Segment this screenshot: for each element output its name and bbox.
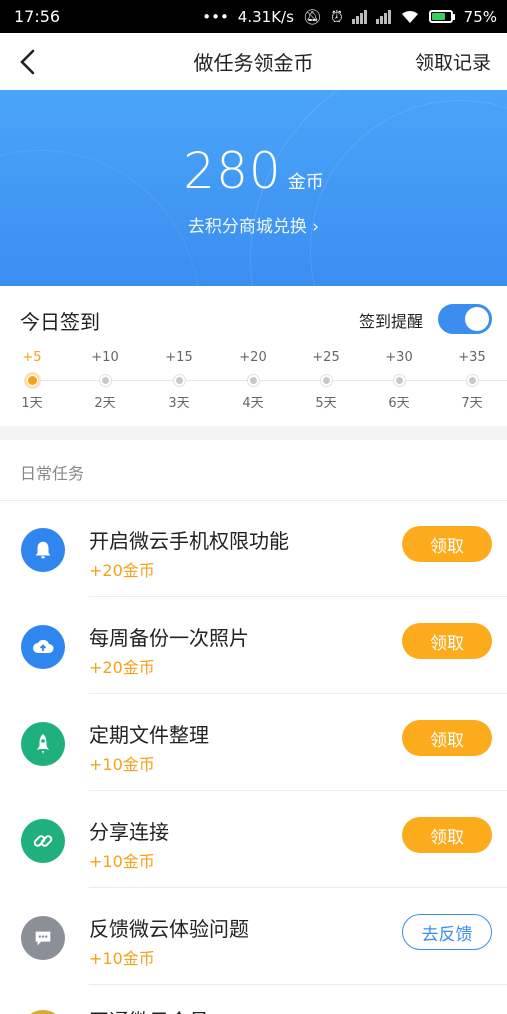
- signin-day-dot: [320, 375, 332, 386]
- coin-count: 280: [183, 142, 282, 200]
- signin-day-label: 1天: [21, 396, 43, 411]
- task-item: 开通微云会员: [0, 984, 507, 1014]
- rocket-icon: [21, 722, 65, 766]
- link-icon: [21, 819, 65, 863]
- claim-history-link[interactable]: 领取记录: [415, 48, 491, 75]
- status-bar: 17:56 ••• 4.31K/s 🔕︎ ⏰︎ 75%: [0, 0, 507, 33]
- task-name: 反馈微云体验问题: [89, 917, 249, 941]
- alarm-icon: ⏰︎: [330, 7, 343, 26]
- signin-day-label: 6天: [388, 396, 410, 411]
- task-name: 定期文件整理: [89, 723, 209, 747]
- signin-day-label: 4天: [242, 396, 264, 411]
- signin-day-dot: [393, 375, 405, 386]
- signin-title: 今日签到: [20, 310, 100, 334]
- bell-icon: [21, 528, 65, 572]
- task-action-button[interactable]: 领取: [402, 623, 492, 659]
- daily-tasks-heading: 日常任务: [20, 464, 85, 483]
- task-name: 每周备份一次照片: [89, 626, 249, 650]
- task-item: 分享连接 +10金币 领取: [0, 792, 507, 888]
- signin-day-dot: [99, 375, 111, 386]
- task-item: 每周备份一次照片 +20金币 领取: [0, 598, 507, 694]
- signin-day-label: 7天: [461, 396, 483, 411]
- more-dots-icon: •••: [202, 7, 229, 26]
- signin-day-dot: [466, 375, 478, 386]
- signin-day-3: +15 3天: [149, 350, 209, 411]
- coin-unit: 金币: [287, 172, 324, 193]
- signin-reminder-label: 签到提醒: [359, 312, 424, 331]
- signin-day-dot: [173, 375, 185, 386]
- mute-icon: 🔕︎: [302, 7, 322, 26]
- task-item: 反馈微云体验问题 +10金币 去反馈: [0, 889, 507, 985]
- task-reward: +20金币: [89, 658, 155, 677]
- task-action-button[interactable]: 领取: [402, 720, 492, 756]
- back-button[interactable]: [10, 45, 44, 79]
- signin-day-dot: [247, 375, 259, 386]
- signin-day-points: +15: [165, 350, 193, 365]
- battery-percent: 75%: [463, 7, 497, 26]
- signin-day-label: 3天: [168, 396, 190, 411]
- wifi-icon: [401, 10, 418, 23]
- signin-day-6: +30 6天: [369, 350, 429, 411]
- chevron-left-icon: [20, 49, 35, 75]
- task-reward: +10金币: [89, 949, 155, 968]
- signin-day-label: 5天: [315, 396, 337, 411]
- signin-day-1: +5 1天: [2, 350, 62, 411]
- signin-day-points: +20: [239, 350, 267, 365]
- task-action-button[interactable]: 领取: [402, 526, 492, 562]
- points-mall-link[interactable]: 去积分商城兑换 ›: [0, 212, 507, 237]
- task-reward: +20金币: [89, 561, 155, 580]
- nav-bar: 做任务领金币 领取记录: [0, 33, 507, 90]
- cloud-upload-icon: [21, 625, 65, 669]
- signin-day-7: +35 7天: [442, 350, 502, 411]
- signin-day-points: +10: [91, 350, 119, 365]
- coin-balance: 280 金币: [0, 142, 507, 200]
- signin-day-5: +25 5天: [296, 350, 356, 411]
- task-reward: +10金币: [89, 755, 155, 774]
- task-action-button[interactable]: 领取: [402, 817, 492, 853]
- vip-icon: [21, 1010, 65, 1014]
- signin-reminder-toggle[interactable]: [438, 304, 492, 334]
- status-time: 17:56: [14, 7, 61, 26]
- battery-icon: [428, 10, 455, 23]
- page-title: 做任务领金币: [193, 51, 314, 75]
- signin-day-points: +35: [458, 350, 486, 365]
- coin-banner: 280 金币 去积分商城兑换 ›: [0, 90, 507, 286]
- signin-day-2: +10 2天: [75, 350, 135, 411]
- signin-day-points: +5: [22, 350, 42, 365]
- signin-day-dot: [26, 375, 38, 386]
- task-item: 开启微云手机权限功能 +20金币 领取: [0, 501, 507, 597]
- net-speed: 4.31K/s: [237, 7, 294, 26]
- daily-signin-section: 今日签到 签到提醒 +5 1天 +10 2天 +15 3天 +20 4天 +25 5天 +30 6天 +…: [0, 286, 507, 426]
- task-name: 分享连接: [89, 820, 169, 844]
- task-reward: +10金币: [89, 852, 155, 871]
- signin-day-points: +30: [385, 350, 413, 365]
- task-name: 开启微云手机权限功能: [89, 529, 289, 553]
- signal-icon: [351, 9, 367, 24]
- signal-icon: [375, 9, 391, 24]
- task-action-button[interactable]: 去反馈: [402, 914, 492, 950]
- chat-icon: [21, 916, 65, 960]
- signin-day-4: +20 4天: [223, 350, 283, 411]
- signin-day-label: 2天: [94, 396, 116, 411]
- signin-day-points: +25: [312, 350, 340, 365]
- task-item: 定期文件整理 +10金币 领取: [0, 695, 507, 791]
- task-name: 开通微云会员: [89, 1005, 209, 1014]
